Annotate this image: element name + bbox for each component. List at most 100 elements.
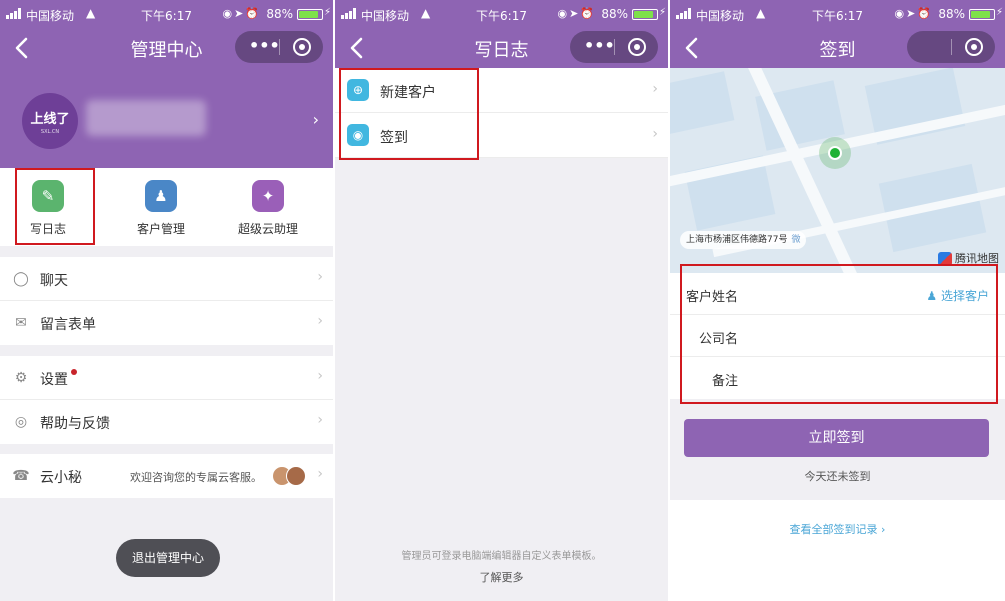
menu-item-chat[interactable]: ◯ 聊天 › (0, 257, 333, 301)
more-icon[interactable]: ••• (249, 36, 280, 55)
menu-item-label: 设置 (40, 369, 77, 389)
select-customer-link[interactable]: ♟ 选择客户 (926, 287, 989, 304)
charging-icon: ⚡ (658, 7, 666, 18)
shortcut-customer-management[interactable]: ♟ 客户管理 (106, 180, 216, 237)
capsule-divider (951, 39, 952, 55)
menu-item-help-feedback[interactable]: ◎ 帮助与反馈 › (0, 400, 333, 444)
menu-item-settings[interactable]: ⚙ 设置 › (0, 356, 333, 400)
person-icon: ♟ (926, 289, 941, 303)
avatar-logo-subtext: SXL.CN (40, 129, 60, 135)
address-label: 上海市杨浦区伟德路77号微 (680, 231, 807, 249)
plus-circle-icon: ⊕ (347, 79, 369, 101)
chevron-right-icon: › (652, 81, 658, 97)
check-in-button[interactable]: 立即签到 (684, 419, 989, 457)
location-pin-icon: ◉ (347, 124, 369, 146)
service-hint: 欢迎咨询您的专属云客服。 (130, 471, 262, 484)
list-item-new-customer[interactable]: ⊕ 新建客户 › (335, 68, 668, 113)
customer-name-label: 客户姓名 (686, 290, 739, 305)
menu-item-cloud-secretary[interactable]: ☎ 云小秘 欢迎咨询您的专属云客服。 › (0, 454, 333, 498)
charging-icon: ⚡ (323, 7, 331, 18)
close-target-icon[interactable] (965, 38, 983, 56)
nav-bar: 写日志 ••• (335, 28, 668, 68)
check-in-status: 今天还未签到 (804, 470, 871, 483)
chevron-right-icon: › (652, 126, 658, 142)
exit-management-button[interactable]: 退出管理中心 (116, 539, 220, 577)
menu-section-2: ⚙ 设置 › ◎ 帮助与反馈 › (0, 356, 333, 444)
mini-program-capsule (907, 31, 995, 63)
gear-icon: ⚙ (14, 370, 28, 386)
nav-bar: 管理中心 ••• (0, 28, 333, 68)
status-icons: ◉➤⏰ (894, 7, 933, 20)
note-row[interactable]: 备注 (670, 357, 1005, 399)
mail-icon: ✉ (15, 315, 27, 331)
panel-write-log: 中国移动 ▲ 下午6:17 ◉➤⏰ 88% ⚡ 写日志 ••• ⊕ 新建客户 ›… (335, 0, 668, 601)
avatar-logo-text: 上线了 (30, 112, 70, 127)
chat-icon: ◯ (13, 271, 29, 287)
close-target-icon[interactable] (293, 38, 311, 56)
map-provider-name: 腾讯地图 (955, 252, 999, 265)
note-label: 备注 (712, 374, 739, 389)
shortcut-super-assistant[interactable]: ✦ 超级云助理 (213, 180, 323, 237)
help-icon: ◎ (14, 414, 28, 430)
close-target-icon[interactable] (628, 38, 646, 56)
location-map[interactable]: 上海市杨浦区伟德路77号微 腾讯地图 (670, 68, 1005, 273)
battery-icon (632, 9, 658, 20)
status-bar: 中国移动 ▲ 下午6:17 ◉➤⏰ 88% ⚡ (335, 0, 668, 28)
settings-label: 设置 (40, 372, 68, 388)
blurred-username (86, 100, 206, 136)
status-bar: 中国移动 ▲ 下午6:17 ◉➤⏰ 88% ⚡ (670, 0, 1005, 28)
headset-icon: ☎ (12, 468, 30, 484)
chevron-right-icon: › (317, 466, 323, 482)
status-icons: ◉➤⏰ (557, 7, 596, 20)
view-all-records-link[interactable]: 查看全部签到记录 › (670, 521, 1005, 537)
list-item-label: 新建客户 (380, 85, 436, 101)
address-text: 上海市杨浦区伟德路77号 (686, 235, 788, 245)
chevron-right-icon[interactable]: › (313, 110, 319, 129)
shortcut-label: 超级云助理 (237, 222, 298, 236)
select-customer-label: 选择客户 (940, 289, 989, 303)
learn-more-link[interactable]: 了解更多 (335, 569, 668, 585)
admin-note: 管理员可登录电脑端编辑器自定义表单模板。 (401, 551, 602, 562)
customer-name-row[interactable]: 客户姓名 ♟ 选择客户 (670, 273, 1005, 315)
tencent-map-icon (938, 252, 952, 266)
panel-management-center: 中国移动 ▲ 下午6:17 ◉➤⏰ 88% ⚡ 管理中心 ••• 上线了 SXL… (0, 0, 333, 601)
capsule-divider (614, 39, 615, 55)
nav-bar: 签到 (670, 28, 1005, 68)
menu-section-1: ◯ 聊天 › ✉ 留言表单 › (0, 257, 333, 345)
map-block (670, 71, 735, 135)
chevron-right-icon: › (317, 313, 323, 329)
charging-icon: ⚡ (995, 7, 1003, 18)
assistant-icon: ✦ (252, 180, 284, 212)
chevron-right-icon: › (317, 269, 323, 285)
address-tag: 微 (791, 235, 801, 245)
menu-item-label: 云小秘 (40, 470, 82, 486)
more-icon[interactable]: ••• (584, 36, 615, 55)
battery-percent: 88% (266, 7, 293, 21)
footer-area (670, 500, 1005, 601)
view-records-label: 查看全部签到记录 (789, 523, 878, 536)
shortcut-grid: ✎ 写日志 ♟ 客户管理 ✦ 超级云助理 (0, 168, 333, 246)
shortcut-write-log[interactable]: ✎ 写日志 (0, 180, 103, 237)
company-name-label: 公司名 (699, 332, 739, 347)
log-type-list: ⊕ 新建客户 › ◉ 签到 › (335, 68, 668, 158)
menu-item-message-form[interactable]: ✉ 留言表单 › (0, 301, 333, 345)
chevron-right-icon: › (317, 412, 323, 428)
menu-item-label: 帮助与反馈 (40, 416, 110, 432)
capsule-divider (279, 39, 280, 55)
check-in-form: 客户姓名 ♟ 选择客户 公司名 备注 (670, 273, 1005, 399)
mini-program-capsule: ••• (235, 31, 323, 63)
shortcut-label: 写日志 (29, 222, 66, 236)
shortcut-label: 客户管理 (136, 222, 185, 236)
customers-icon: ♟ (145, 180, 177, 212)
battery-icon (297, 9, 323, 20)
battery-icon (969, 9, 995, 20)
list-item-check-in[interactable]: ◉ 签到 › (335, 113, 668, 158)
notification-dot (71, 369, 77, 375)
chevron-right-icon: › (877, 523, 886, 536)
avatar[interactable]: 上线了 SXL.CN (22, 93, 78, 149)
company-name-row[interactable]: 公司名 (670, 315, 1005, 357)
service-avatars (272, 466, 308, 488)
status-icons: ◉➤⏰ (222, 7, 261, 20)
pencil-icon: ✎ (32, 180, 64, 212)
map-provider-logo: 腾讯地图 (938, 250, 999, 266)
